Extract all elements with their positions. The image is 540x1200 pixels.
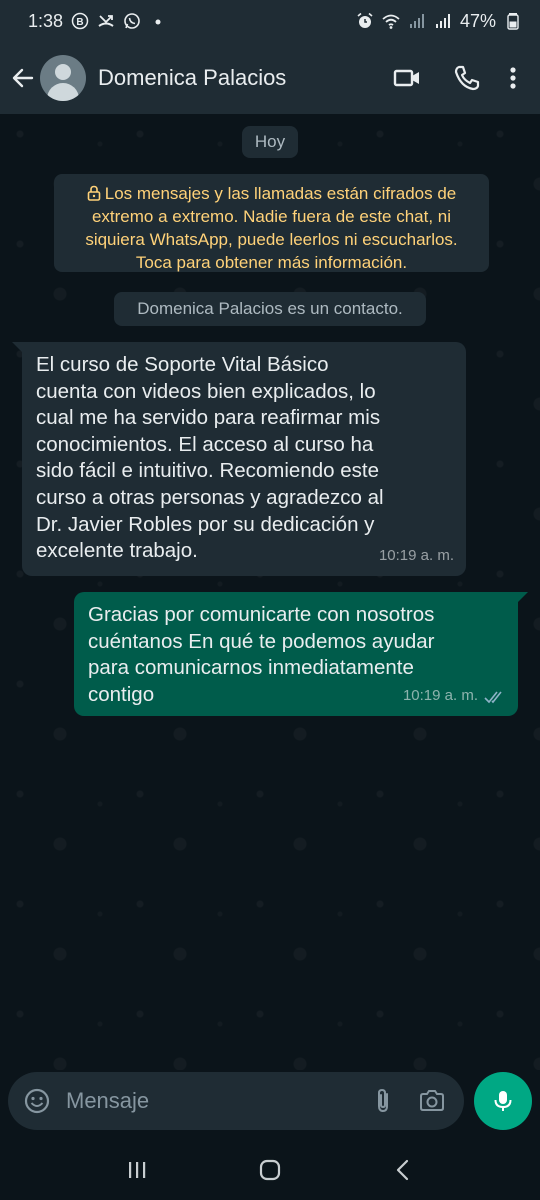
contact-notice: Domenica Palacios es un contacto. [114, 292, 426, 326]
alarm-icon [356, 12, 374, 30]
system-nav-bar [0, 1140, 540, 1200]
b-badge-icon: B [71, 12, 89, 30]
attach-button[interactable] [364, 1081, 404, 1121]
signal-icon [434, 12, 452, 30]
contact-name[interactable]: Domenica Palacios [98, 65, 370, 91]
svg-text:B: B [76, 17, 83, 28]
encryption-notice-text: Los mensajes y las llamadas están cifrad… [85, 184, 458, 272]
voice-message-button[interactable] [474, 1072, 532, 1130]
recent-apps-icon [128, 1162, 145, 1178]
status-bar: 1:38 B 47% [0, 0, 540, 42]
back-arrow-icon [12, 68, 34, 88]
message-time: 10:19 a. m. [402, 687, 478, 705]
message-time: 10:19 a. m. [378, 547, 454, 565]
outgoing-message[interactable]: Gracias por comunicarte con nosotros cué… [74, 592, 528, 716]
voice-call-button[interactable] [444, 55, 490, 101]
recent-apps-button[interactable] [112, 1145, 162, 1195]
camera-icon [420, 1090, 444, 1111]
input-bar [0, 1070, 540, 1132]
camera-button[interactable] [412, 1081, 452, 1121]
chat-header: Domenica Palacios [0, 42, 540, 114]
encryption-notice[interactable]: Los mensajes y las llamadas están cifrad… [54, 174, 489, 272]
emoji-icon [24, 1088, 50, 1114]
home-icon [259, 1159, 281, 1181]
home-button[interactable] [245, 1145, 295, 1195]
read-ticks-icon [484, 691, 502, 703]
wifi-icon [382, 12, 400, 30]
more-options-button[interactable] [498, 55, 528, 101]
signal-icon [408, 12, 426, 30]
battery-icon [504, 12, 522, 30]
chevron-left-icon [397, 1159, 409, 1181]
battery-percentage: 47% [459, 10, 496, 31]
missed-call-icon [97, 12, 115, 30]
microphone-icon [494, 1091, 512, 1111]
status-time: 1:38 [28, 10, 64, 31]
dot-icon [149, 12, 167, 30]
incoming-message[interactable]: El curso de Soporte Vital Básico cuenta … [12, 342, 466, 576]
back-nav-button[interactable] [378, 1145, 428, 1195]
voice-call-icon [454, 65, 480, 91]
video-call-button[interactable] [384, 55, 430, 101]
paperclip-icon [378, 1088, 388, 1113]
message-composer [8, 1072, 464, 1130]
emoji-button[interactable] [20, 1084, 54, 1118]
avatar-icon [55, 64, 71, 80]
date-chip: Hoy [242, 126, 298, 158]
back-button[interactable] [8, 58, 38, 98]
video-call-icon [393, 69, 419, 87]
message-text: El curso de Soporte Vital Básico cuenta … [36, 353, 384, 563]
lock-icon [87, 185, 101, 201]
more-vert-icon [510, 67, 516, 89]
avatar[interactable] [40, 55, 86, 101]
message-input[interactable] [66, 1088, 356, 1114]
whatsapp-icon [123, 12, 141, 30]
chat-area[interactable]: Hoy Los mensajes y las llamadas están ci… [0, 114, 540, 1070]
